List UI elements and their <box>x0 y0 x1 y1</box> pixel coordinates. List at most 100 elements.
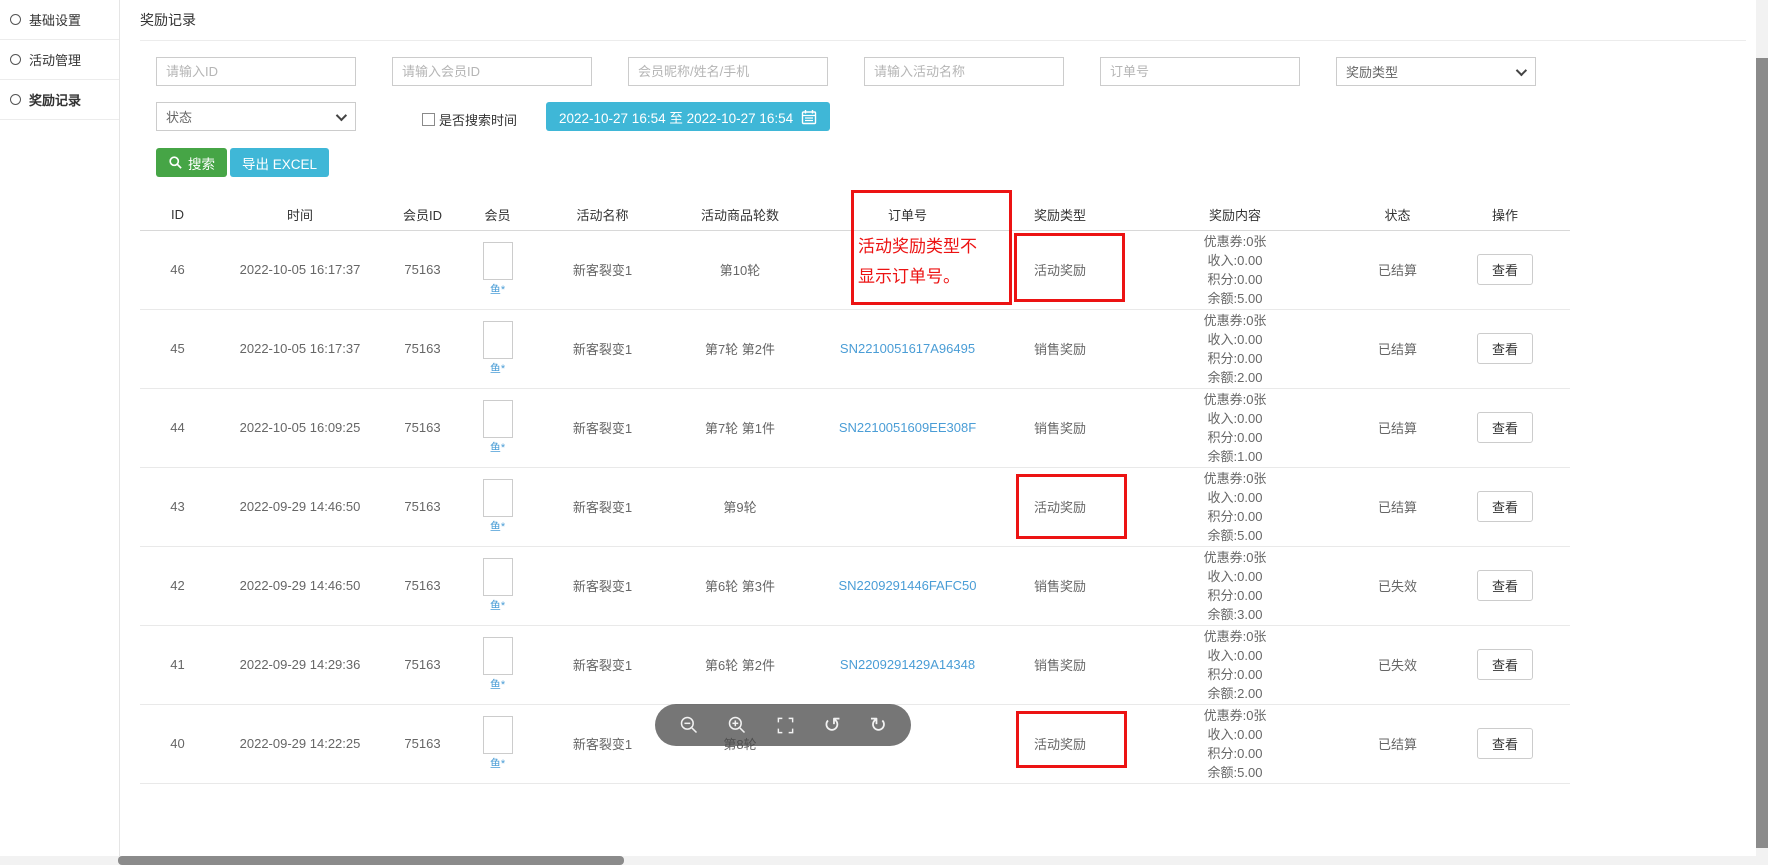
horizontal-scrollbar-thumb[interactable] <box>118 856 624 865</box>
vertical-scrollbar-thumb[interactable] <box>1756 58 1768 848</box>
member-id-input[interactable] <box>392 57 592 86</box>
cell-status: 已结算 <box>1355 230 1440 309</box>
member-name[interactable]: 鱼* <box>490 360 505 376</box>
id-input[interactable] <box>156 57 356 86</box>
col-header-order: 订单号 <box>810 200 1005 230</box>
table-row: 41 2022-09-29 14:29:36 75163 鱼* 新客裂变1 第6… <box>140 625 1570 704</box>
cell-member-id: 75163 <box>385 704 460 783</box>
col-header-member: 会员 <box>460 200 535 230</box>
member-avatar[interactable] <box>483 479 513 517</box>
view-button[interactable]: 查看 <box>1477 412 1533 443</box>
sidebar: 基础设置 活动管理 奖励记录 <box>0 0 120 865</box>
member-name[interactable]: 鱼* <box>490 281 505 297</box>
reward-coupon: 优惠券:0张 <box>1115 232 1355 251</box>
member-name[interactable]: 鱼* <box>490 676 505 692</box>
cell-id: 46 <box>140 230 215 309</box>
order-number-link[interactable]: SN2209291429A14348 <box>840 657 975 672</box>
table-row: 43 2022-09-29 14:46:50 75163 鱼* 新客裂变1 第9… <box>140 467 1570 546</box>
sidebar-item-basic-settings[interactable]: 基础设置 <box>0 0 119 40</box>
member-avatar[interactable] <box>483 400 513 438</box>
member-name[interactable]: 鱼* <box>490 755 505 771</box>
table-row: 46 2022-10-05 16:17:37 75163 鱼* 新客裂变1 第1… <box>140 230 1570 309</box>
table-row: 44 2022-10-05 16:09:25 75163 鱼* 新客裂变1 第7… <box>140 388 1570 467</box>
reward-type-select[interactable]: 奖励类型 <box>1336 57 1536 86</box>
member-avatar[interactable] <box>483 716 513 754</box>
member-avatar[interactable] <box>483 321 513 359</box>
reward-points: 积分:0.00 <box>1115 428 1355 447</box>
search-button[interactable]: 搜索 <box>156 148 227 177</box>
cell-id: 43 <box>140 467 215 546</box>
order-number-input[interactable] <box>1100 57 1300 86</box>
cell-round: 第7轮 第1件 <box>670 388 810 467</box>
cell-reward-type: 活动奖励 <box>1005 467 1115 546</box>
export-button-label: 导出 EXCEL <box>242 153 317 173</box>
sidebar-item-reward-records[interactable]: 奖励记录 <box>0 80 119 120</box>
export-excel-button[interactable]: 导出 EXCEL <box>230 148 329 177</box>
member-avatar[interactable] <box>483 637 513 675</box>
member-name[interactable]: 鱼* <box>490 597 505 613</box>
calendar-icon <box>801 109 817 125</box>
reward-income: 收入:0.00 <box>1115 646 1355 665</box>
member-avatar[interactable] <box>483 242 513 280</box>
cell-activity-name: 新客裂变1 <box>535 388 670 467</box>
view-button[interactable]: 查看 <box>1477 491 1533 522</box>
cell-member-id: 75163 <box>385 546 460 625</box>
cell-action: 查看 <box>1440 467 1570 546</box>
cell-action: 查看 <box>1440 388 1570 467</box>
reward-coupon: 优惠券:0张 <box>1115 469 1355 488</box>
zoom-in-icon[interactable] <box>727 715 747 735</box>
order-number-link[interactable]: SN2209291446FAFC50 <box>838 578 976 593</box>
member-name[interactable]: 鱼* <box>490 439 505 455</box>
view-button[interactable]: 查看 <box>1477 728 1533 759</box>
vertical-scrollbar-track[interactable] <box>1756 0 1768 865</box>
cell-reward-content: 优惠券:0张 收入:0.00 积分:0.00 余额:1.00 <box>1115 388 1355 467</box>
reward-coupon: 优惠券:0张 <box>1115 390 1355 409</box>
member-avatar[interactable] <box>483 558 513 596</box>
order-number-link[interactable]: SN2210051617A96495 <box>840 341 975 356</box>
col-header-round: 活动商品轮数 <box>670 200 810 230</box>
rotate-right-icon[interactable]: ↻ <box>869 715 887 736</box>
horizontal-scrollbar-track[interactable] <box>0 856 1756 865</box>
date-range-button[interactable]: 2022-10-27 16:54 至 2022-10-27 16:54 <box>546 102 830 131</box>
view-button[interactable]: 查看 <box>1477 649 1533 680</box>
cell-reward-content: 优惠券:0张 收入:0.00 积分:0.00 余额:2.00 <box>1115 625 1355 704</box>
view-button[interactable]: 查看 <box>1477 254 1533 285</box>
cell-activity-name: 新客裂变1 <box>535 704 670 783</box>
col-header-reward-type: 奖励类型 <box>1005 200 1115 230</box>
cell-reward-type: 活动奖励 <box>1005 704 1115 783</box>
rotate-left-icon[interactable]: ↺ <box>823 715 841 736</box>
table-header-row: ID 时间 会员ID 会员 活动名称 活动商品轮数 订单号 奖励类型 奖励内容 … <box>140 200 1570 230</box>
cell-member-id: 75163 <box>385 625 460 704</box>
member-name-input[interactable] <box>628 57 828 86</box>
cell-action: 查看 <box>1440 546 1570 625</box>
view-button[interactable]: 查看 <box>1477 570 1533 601</box>
sidebar-item-activity-management[interactable]: 活动管理 <box>0 40 119 80</box>
activity-name-input[interactable] <box>864 57 1064 86</box>
sidebar-item-label: 基础设置 <box>29 10 81 29</box>
cell-member: 鱼* <box>460 704 535 783</box>
cell-order-number <box>810 230 1005 309</box>
status-select[interactable]: 状态 <box>156 102 356 131</box>
zoom-out-icon[interactable] <box>679 715 699 735</box>
member-name[interactable]: 鱼* <box>490 518 505 534</box>
reward-records-table: ID 时间 会员ID 会员 活动名称 活动商品轮数 订单号 奖励类型 奖励内容 … <box>140 200 1570 784</box>
cell-round: 第10轮 <box>670 230 810 309</box>
search-time-checkbox[interactable] <box>422 113 435 126</box>
cell-status: 已失效 <box>1355 546 1440 625</box>
cell-status: 已结算 <box>1355 388 1440 467</box>
cell-time: 2022-10-05 16:09:25 <box>215 388 385 467</box>
reward-points: 积分:0.00 <box>1115 270 1355 289</box>
reward-income: 收入:0.00 <box>1115 725 1355 744</box>
cell-order-number <box>810 467 1005 546</box>
cell-member: 鱼* <box>460 467 535 546</box>
page-title: 奖励记录 <box>140 10 196 30</box>
cell-id: 40 <box>140 704 215 783</box>
fullscreen-icon[interactable] <box>776 716 795 735</box>
reward-balance: 余额:5.00 <box>1115 289 1355 308</box>
col-header-activity: 活动名称 <box>535 200 670 230</box>
cell-order-number: SN2209291429A14348 <box>810 625 1005 704</box>
order-number-link[interactable]: SN2210051609EE308F <box>839 420 976 435</box>
view-button[interactable]: 查看 <box>1477 333 1533 364</box>
cell-reward-type: 销售奖励 <box>1005 388 1115 467</box>
cell-action: 查看 <box>1440 625 1570 704</box>
